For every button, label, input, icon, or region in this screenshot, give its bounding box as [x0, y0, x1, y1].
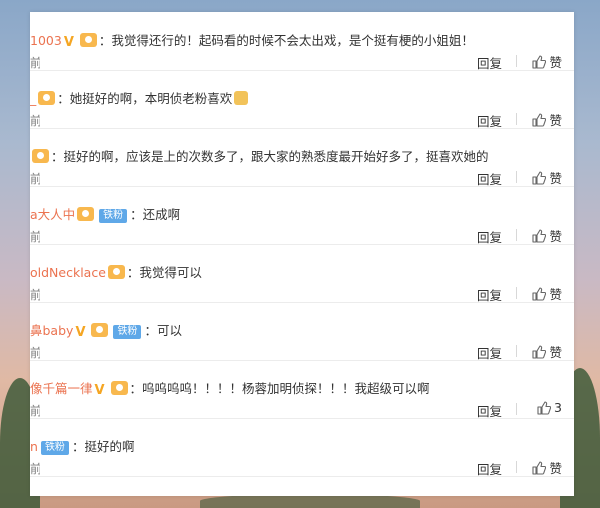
divider: [516, 171, 517, 183]
divider: [516, 113, 517, 125]
like-button[interactable]: 赞: [532, 458, 562, 477]
v-badge-icon: V: [94, 383, 105, 398]
like-button[interactable]: 赞: [532, 342, 562, 361]
comment-time: 前: [30, 288, 40, 302]
comment-item: a大人中 铁粉 ：还成啊前回复赞: [30, 186, 574, 245]
comment-time: 前: [30, 114, 40, 128]
comment-item: oldNecklace ：我觉得可以前回复赞: [30, 244, 574, 303]
like-label: 赞: [549, 113, 562, 128]
fan-badge-icon: [79, 33, 97, 47]
fan-badge-icon: [110, 381, 128, 395]
username-link[interactable]: a大人中: [30, 207, 75, 222]
like-label: 赞: [549, 345, 562, 360]
divider: [516, 461, 517, 473]
comment-time: 前: [30, 172, 40, 186]
comment-item: _ ：她挺好的啊，本明侦老粉喜欢前回复赞: [30, 70, 574, 129]
comment-line: ：挺好的啊，应该是上的次数多了，跟大家的熟悉度最开始好多了，挺喜欢她的: [30, 148, 489, 166]
comment-text: ：挺好的啊: [71, 439, 135, 454]
palm-silhouette: [200, 494, 420, 508]
comment-line: n 铁粉 ：挺好的啊: [30, 438, 134, 456]
comment-line: oldNecklace ：我觉得可以: [30, 264, 202, 282]
like-button[interactable]: 赞: [532, 110, 562, 129]
v-badge-icon: V: [75, 325, 86, 340]
like-label: 3: [554, 400, 562, 415]
iron-fan-badge: 铁粉: [99, 209, 128, 223]
username-link[interactable]: 像千篇一律: [30, 381, 93, 396]
like-label: 赞: [549, 461, 562, 476]
iron-fan-badge: 铁粉: [40, 441, 69, 455]
comment-time: 前: [30, 230, 40, 244]
divider: [516, 55, 517, 67]
comment-time: 前: [30, 56, 40, 70]
fan-badge-icon: [32, 149, 49, 163]
username-link[interactable]: 鼻baby: [30, 323, 73, 338]
thumbs-up-icon: [532, 460, 547, 475]
comment-item: 1003 V ：我觉得还行的！起码看的时候不会太出戏，是个挺有梗的小姐姐！前回复赞: [30, 12, 574, 71]
like-button[interactable]: 赞: [532, 284, 562, 303]
fan-badge-icon: [107, 265, 125, 279]
comment-line: 1003 V ：我觉得还行的！起码看的时候不会太出戏，是个挺有梗的小姐姐！: [30, 32, 474, 50]
comment-text: ：我觉得还行的！起码看的时候不会太出戏，是个挺有梗的小姐姐！: [98, 33, 474, 48]
divider: [516, 287, 517, 299]
comment-time: 前: [30, 404, 40, 418]
comment-text: ：她挺好的啊，本明侦老粉喜欢: [57, 91, 233, 106]
comment-text: ：可以: [144, 323, 182, 338]
like-label: 赞: [549, 171, 562, 186]
thumbs-up-icon: [532, 170, 547, 185]
comment-text: ：呜呜呜呜！！！！杨蓉加明侦探！！！我超级可以啊: [129, 381, 430, 396]
divider: [516, 403, 517, 415]
username-link[interactable]: oldNecklace: [30, 265, 106, 280]
comment-line: 像千篇一律 V ：呜呜呜呜！！！！杨蓉加明侦探！！！我超级可以啊: [30, 380, 430, 398]
comment-line: _ ：她挺好的啊，本明侦老粉喜欢: [30, 90, 249, 108]
reply-button[interactable]: 回复: [477, 459, 502, 478]
comment-item: 鼻baby V 铁粉 ：可以前回复赞: [30, 302, 574, 361]
thumbs-up-emoji-icon: [234, 91, 249, 105]
comment-line: a大人中 铁粉 ：还成啊: [30, 206, 180, 224]
like-button[interactable]: 赞: [532, 168, 562, 187]
thumbs-up-icon: [537, 400, 552, 415]
iron-fan-badge: 铁粉: [113, 325, 142, 339]
divider: [516, 345, 517, 357]
username-link[interactable]: 1003: [30, 33, 62, 48]
like-label: 赞: [549, 287, 562, 302]
username-link[interactable]: n: [30, 439, 38, 454]
like-button[interactable]: 赞: [532, 226, 562, 245]
like-label: 赞: [549, 229, 562, 244]
comment-text: ：挺好的啊，应该是上的次数多了，跟大家的熟悉度最开始好多了，挺喜欢她的: [51, 149, 489, 164]
thumbs-up-icon: [532, 286, 547, 301]
comment-time: 前: [30, 346, 40, 360]
username-link[interactable]: _: [30, 91, 36, 106]
comment-panel: 1003 V ：我觉得还行的！起码看的时候不会太出戏，是个挺有梗的小姐姐！前回复赞 _…: [30, 12, 574, 496]
thumbs-up-icon: [532, 344, 547, 359]
v-badge-icon: V: [63, 35, 74, 50]
like-button[interactable]: 赞: [532, 52, 562, 71]
divider: [516, 229, 517, 241]
comment-line: 鼻baby V 铁粉 ：可以: [30, 322, 182, 340]
thumbs-up-icon: [532, 54, 547, 69]
comment-item: 像千篇一律 V ：呜呜呜呜！！！！杨蓉加明侦探！！！我超级可以啊前回复 3: [30, 360, 574, 419]
comment-item: ：挺好的啊，应该是上的次数多了，跟大家的熟悉度最开始好多了，挺喜欢她的前回复赞: [30, 128, 574, 187]
thumbs-up-icon: [532, 112, 547, 127]
comment-item: n 铁粉 ：挺好的啊前 回复 赞: [30, 418, 574, 477]
thumbs-up-icon: [532, 228, 547, 243]
comment-text: ：我觉得可以: [126, 265, 202, 280]
comment-text: ：还成啊: [130, 207, 181, 222]
fan-badge-icon: [91, 323, 109, 337]
comment-time: 前: [30, 462, 40, 476]
fan-badge-icon: [38, 91, 56, 105]
like-button[interactable]: 3: [537, 400, 562, 415]
like-label: 赞: [549, 55, 562, 70]
fan-badge-icon: [77, 207, 95, 221]
